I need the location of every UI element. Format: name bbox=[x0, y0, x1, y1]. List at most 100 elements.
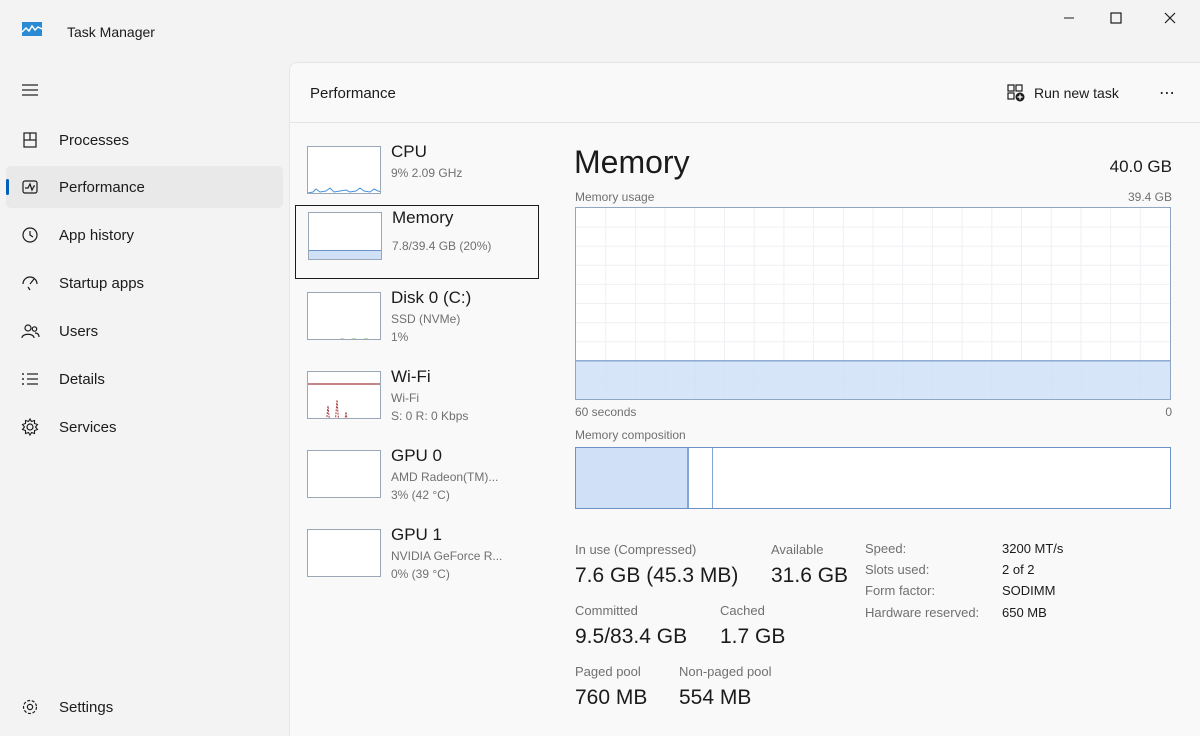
memory-total: 40.0 GB bbox=[1109, 157, 1172, 176]
speed-label: Speed: bbox=[865, 541, 907, 556]
cached-value: 1.7 GB bbox=[720, 625, 786, 648]
close-button[interactable] bbox=[1143, 0, 1197, 36]
committed-label: Committed bbox=[575, 603, 638, 618]
more-options-icon: ⋯ bbox=[1159, 85, 1175, 102]
gpu-1-thumbnail-graph bbox=[307, 529, 381, 577]
minimize-button[interactable] bbox=[1042, 0, 1096, 36]
device-name: Wi-Fi bbox=[391, 367, 431, 386]
wifi-thumbnail-graph bbox=[307, 371, 381, 419]
available-label: Available bbox=[771, 542, 824, 557]
slots-used-value: 2 of 2 bbox=[1002, 562, 1035, 577]
paged-pool-value: 760 MB bbox=[575, 686, 648, 709]
minimize-icon bbox=[1064, 17, 1074, 19]
non-paged-pool-label: Non-paged pool bbox=[679, 664, 772, 679]
performance-icon bbox=[22, 180, 38, 194]
hamburger-menu-icon[interactable] bbox=[20, 82, 40, 98]
window-title: Task Manager bbox=[67, 24, 155, 40]
device-name: Disk 0 (C:) bbox=[391, 288, 472, 307]
sidebar-item-users[interactable]: Users bbox=[6, 310, 283, 352]
device-detail: 7.8/39.4 GB (20%) bbox=[392, 239, 492, 253]
device-usage: 3% (42 °C) bbox=[391, 488, 450, 502]
sidebar-item-performance[interactable]: Performance bbox=[6, 166, 283, 208]
device-detail: 9% 2.09 GHz bbox=[391, 166, 463, 180]
device-name: Memory bbox=[392, 208, 454, 227]
device-detail: AMD Radeon(TM)... bbox=[391, 470, 499, 484]
sidebar-item-label: Startup apps bbox=[59, 275, 145, 292]
slots-used-label: Slots used: bbox=[865, 562, 930, 577]
device-list: CPU 9% 2.09 GHz Memory 7.8/39.4 GB (20%)… bbox=[290, 124, 552, 736]
run-new-task-label: Run new task bbox=[1034, 85, 1119, 101]
device-item-cpu[interactable]: CPU 9% 2.09 GHz bbox=[295, 140, 539, 214]
in-use-label: In use (Compressed) bbox=[575, 542, 697, 557]
device-detail: Wi-Fi bbox=[391, 391, 419, 405]
page-header: Performance Run new task ⋯ bbox=[290, 63, 1200, 123]
active-indicator bbox=[6, 179, 9, 195]
device-name: GPU 1 bbox=[391, 525, 443, 544]
sidebar-item-settings[interactable]: Settings bbox=[6, 686, 283, 728]
processes-icon bbox=[23, 132, 37, 148]
device-throughput: S: 0 R: 0 Kbps bbox=[391, 409, 469, 423]
graph-time-axis-label: 60 seconds bbox=[575, 405, 637, 419]
run-new-task-button[interactable]: Run new task bbox=[1006, 81, 1119, 105]
maximize-icon bbox=[1110, 12, 1122, 24]
composition-in-use-segment bbox=[576, 448, 689, 508]
available-value: 31.6 GB bbox=[771, 564, 849, 587]
cpu-graph-line bbox=[308, 187, 380, 193]
maximize-button[interactable] bbox=[1089, 0, 1143, 36]
disk-graph-line bbox=[339, 338, 370, 339]
form-factor-value: SODIMM bbox=[1002, 583, 1056, 598]
title-bar: Task Manager bbox=[0, 0, 1200, 62]
disk-thumbnail-graph bbox=[307, 292, 381, 340]
navigation-sidebar: Processes Performance App history Startu… bbox=[0, 62, 289, 736]
sidebar-item-startup-apps[interactable]: Startup apps bbox=[6, 262, 283, 304]
speed-value: 3200 MT/s bbox=[1002, 541, 1064, 556]
app-history-icon bbox=[22, 227, 38, 243]
hardware-reserved-label: Hardware reserved: bbox=[865, 605, 980, 620]
hardware-reserved-value: 650 MB bbox=[1002, 605, 1047, 620]
sidebar-item-details[interactable]: Details bbox=[6, 358, 283, 400]
gpu-0-thumbnail-graph bbox=[307, 450, 381, 498]
task-manager-app-icon bbox=[22, 22, 42, 36]
device-item-gpu-0[interactable]: GPU 0 AMD Radeon(TM)... 3% (42 °C) bbox=[295, 444, 539, 518]
memory-usage-area bbox=[576, 360, 1170, 399]
more-options-button[interactable]: ⋯ bbox=[1154, 81, 1180, 105]
graph-axis-zero-label: 0 bbox=[1165, 405, 1172, 419]
sidebar-item-label: Performance bbox=[59, 179, 145, 196]
device-item-wifi[interactable]: Wi-Fi Wi-Fi S: 0 R: 0 Kbps bbox=[295, 365, 539, 439]
close-icon bbox=[1164, 12, 1176, 24]
settings-gear-icon bbox=[22, 699, 38, 715]
memory-usage-graph-svg bbox=[576, 208, 1170, 399]
page-title: Performance bbox=[310, 85, 396, 102]
sidebar-item-app-history[interactable]: App history bbox=[6, 214, 283, 256]
non-paged-pool-value: 554 MB bbox=[679, 686, 752, 709]
memory-usage-label: Memory usage bbox=[575, 190, 655, 204]
memory-thumbnail-graph bbox=[308, 212, 382, 260]
run-new-task-icon bbox=[1007, 84, 1025, 102]
device-item-gpu-1[interactable]: GPU 1 NVIDIA GeForce R... 0% (39 °C) bbox=[295, 523, 539, 597]
sidebar-item-services[interactable]: Services bbox=[6, 406, 283, 448]
sidebar-item-processes[interactable]: Processes bbox=[6, 119, 283, 161]
memory-usage-max: 39.4 GB bbox=[1127, 190, 1172, 204]
details-icon bbox=[22, 373, 38, 385]
main-panel: Performance Run new task ⋯ CPU 9% 2.09 G… bbox=[289, 62, 1200, 736]
memory-composition-label: Memory composition bbox=[575, 428, 686, 442]
device-item-memory[interactable]: Memory 7.8/39.4 GB (20%) bbox=[295, 205, 539, 279]
device-usage: 1% bbox=[391, 330, 409, 344]
memory-usage-graph bbox=[575, 207, 1171, 400]
form-factor-label: Form factor: bbox=[865, 583, 936, 598]
users-icon bbox=[21, 324, 40, 339]
services-icon bbox=[21, 417, 39, 437]
device-detail: SSD (NVMe) bbox=[391, 312, 461, 326]
composition-modified-segment bbox=[689, 448, 713, 508]
startup-apps-icon bbox=[22, 276, 38, 291]
sidebar-item-label: Processes bbox=[59, 132, 130, 149]
device-item-disk-0[interactable]: Disk 0 (C:) SSD (NVMe) 1% bbox=[295, 286, 539, 360]
paged-pool-label: Paged pool bbox=[575, 664, 641, 679]
cpu-thumbnail-graph bbox=[307, 146, 381, 194]
sidebar-item-label: App history bbox=[59, 227, 135, 244]
sidebar-item-label: Users bbox=[59, 323, 99, 340]
device-detail: NVIDIA GeForce R... bbox=[391, 549, 503, 563]
committed-value: 9.5/83.4 GB bbox=[575, 625, 688, 648]
gpu-0-graph-line bbox=[308, 451, 381, 498]
sidebar-item-label: Services bbox=[59, 419, 117, 436]
